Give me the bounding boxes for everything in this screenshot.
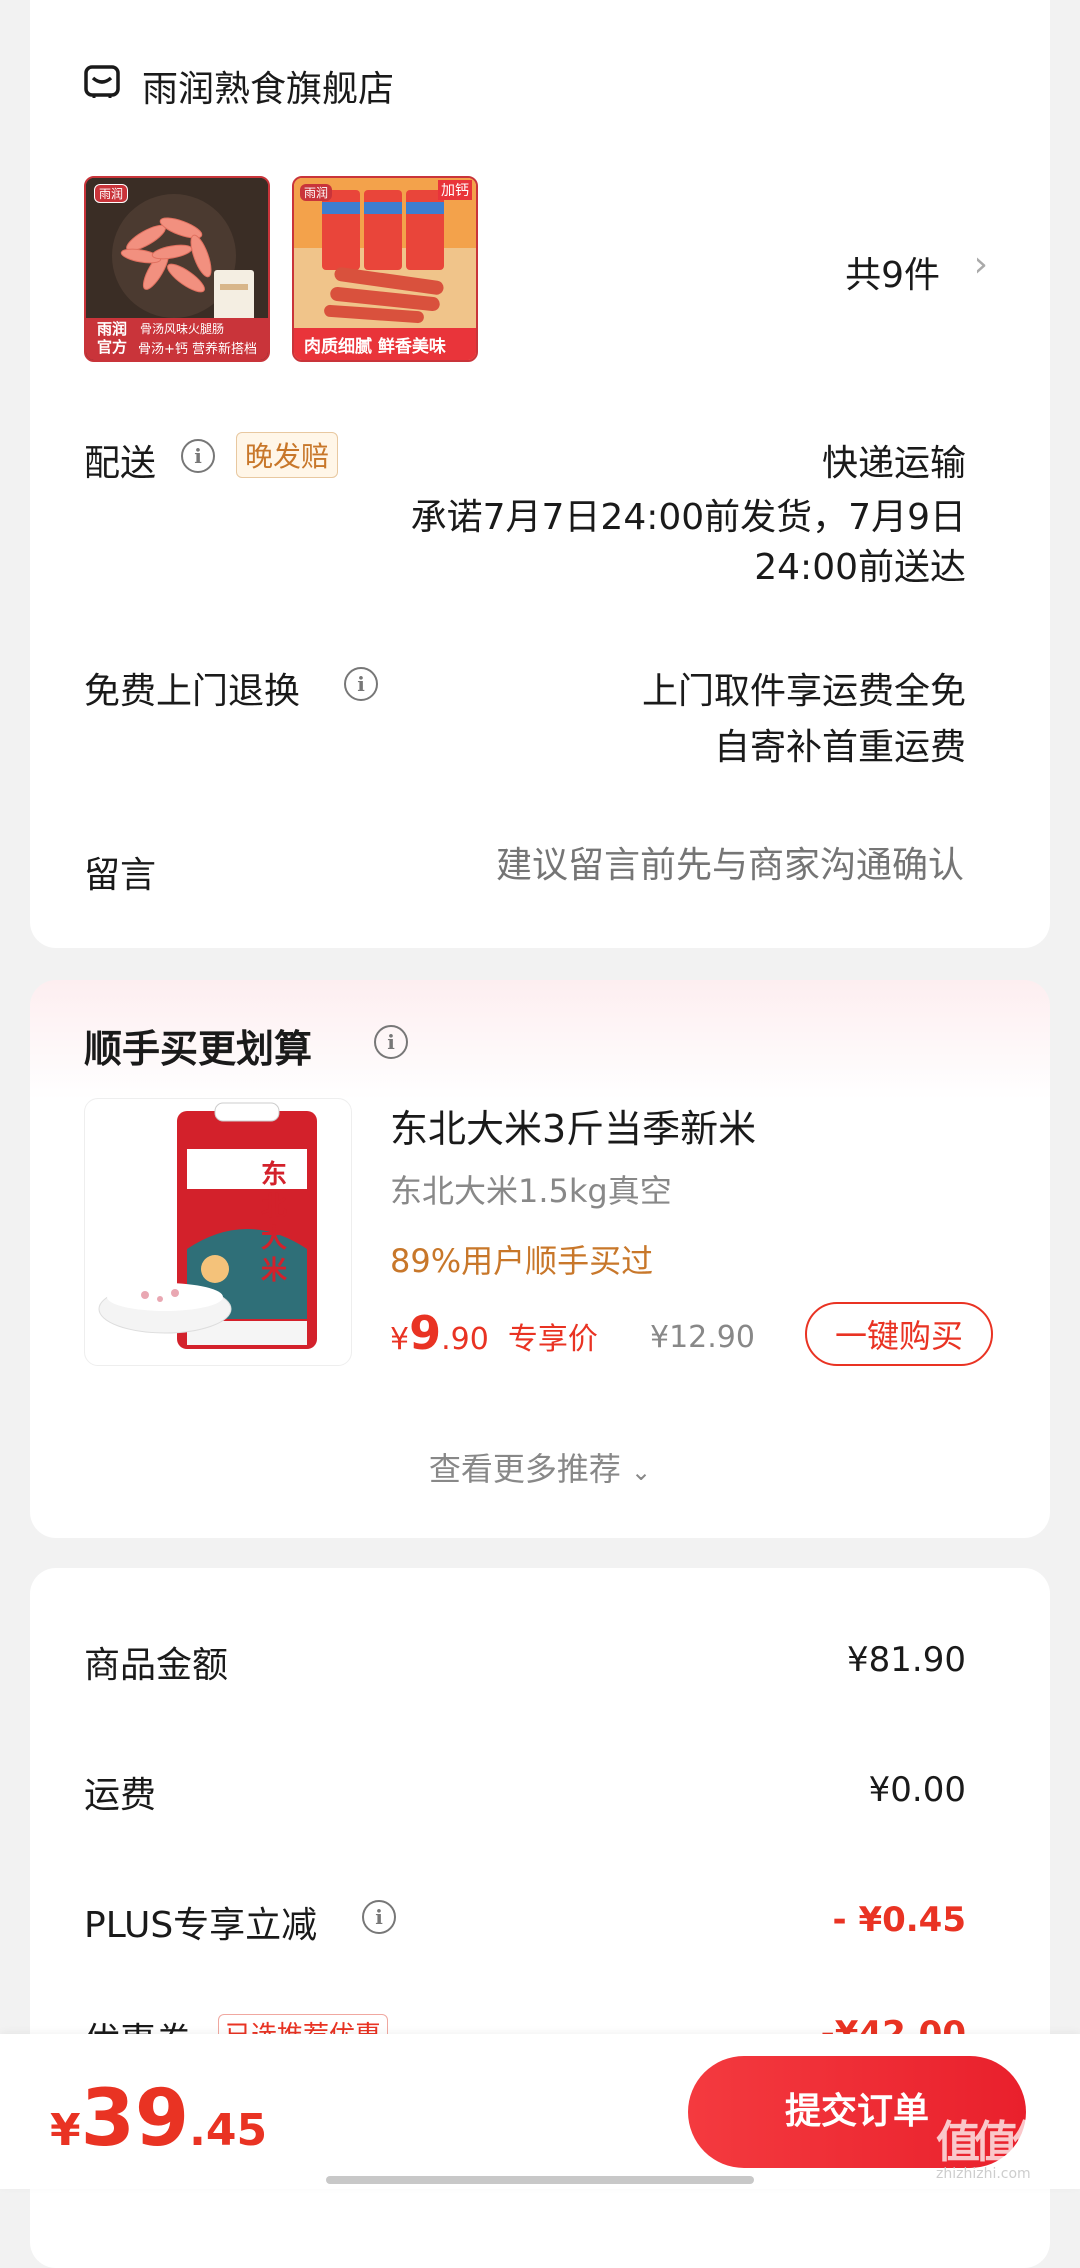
message-input[interactable] (402, 836, 966, 894)
rice-bag-text: 东北大米 (261, 1160, 288, 1286)
thumb-badge: 加钙 (438, 180, 472, 200)
addon-product-stat: 89%用户顺手买过 (390, 1242, 654, 1280)
returns-line-2: 自寄补首重运费 (713, 727, 966, 768)
product-thumb-2[interactable]: 加钙 雨润 肉质细腻 鲜香美味 (292, 176, 478, 362)
price-tag: 专享价 (507, 1322, 598, 1357)
info-icon[interactable]: i (344, 667, 378, 701)
watermark-logo: 值值值 zhizhizhi.com (936, 2106, 1076, 2182)
store-card: 雨润熟食旗舰店 雨润 官方 骨汤风味火腿肠 骨汤+钙 营养新搭档 雨润 加钙 雨… (30, 0, 1050, 948)
thumb-caption: 骨汤+钙 营养新搭档 (138, 342, 258, 357)
rice-product-image[interactable]: 东北大米 (84, 1098, 352, 1366)
chevron-right-icon[interactable]: › (974, 244, 988, 285)
delivery-method: 快递运输 (821, 443, 966, 484)
shipping-fee-label: 运费 (84, 1775, 157, 1816)
delivery-label: 配送 (84, 443, 157, 484)
info-icon[interactable]: i (374, 1025, 408, 1059)
thumb-caption-top: 骨汤风味火腿肠 (140, 322, 225, 336)
thumb-tag: 雨润 官方 (96, 320, 127, 356)
item-count[interactable]: 共9件 (845, 246, 940, 298)
watermark-url: zhizhizhi.com (936, 2166, 1031, 2182)
goods-amount-value: ¥81.90 (847, 1640, 966, 1680)
addon-title: 顺手买更划算 (84, 1027, 313, 1071)
addon-card: 顺手买更划算 i 东北大米 东北大米3斤当季新米 东北大米1.5kg真空 89%… (30, 980, 1050, 1538)
goods-amount-label: 商品金额 (84, 1645, 229, 1686)
info-icon[interactable]: i (181, 439, 215, 473)
info-icon[interactable]: i (362, 1900, 396, 1934)
returns-line-1: 上门取件享运费全免 (641, 671, 966, 712)
see-more-label: 查看更多推荐 (428, 1450, 621, 1488)
returns-label: 免费上门退换 (84, 671, 301, 712)
addon-product-subtitle: 东北大米1.5kg真空 (390, 1172, 672, 1210)
one-click-buy-button[interactable]: 一键购买 (805, 1302, 993, 1366)
message-label: 留言 (84, 855, 157, 896)
product-thumb-1[interactable]: 雨润 官方 骨汤风味火腿肠 骨汤+钙 营养新搭档 雨润 (84, 176, 270, 362)
see-more-recommendations[interactable]: 查看更多推荐 ⌄ (30, 1444, 1050, 1490)
price-integer: 9 (409, 1306, 442, 1360)
brand-logo: 雨润 (94, 184, 129, 203)
price-decimal: .90 (441, 1322, 489, 1357)
store-icon (84, 65, 120, 98)
delivery-promise-2: 24:00前送达 (754, 547, 966, 588)
chevron-down-icon: ⌄ (631, 1458, 652, 1486)
addon-product-title[interactable]: 东北大米3斤当季新米 (390, 1098, 756, 1153)
thumb-caption: 肉质细腻 鲜香美味 (304, 337, 446, 357)
plus-discount-label: PLUS专享立减 (84, 1905, 318, 1946)
total-price: ¥39.45 (50, 2074, 267, 2164)
plus-discount-value: - ¥0.45 (832, 1900, 967, 1940)
store-name[interactable]: 雨润熟食旗舰店 (142, 60, 394, 112)
delivery-promise-1: 承诺7月7日24:00前发货，7月9日 (410, 497, 966, 538)
total-currency: ¥ (50, 2105, 81, 2156)
original-price: ¥12.90 (650, 1320, 755, 1355)
rice-bag-image (98, 1102, 317, 1349)
home-indicator (326, 2176, 754, 2184)
brand-logo: 雨润 (300, 184, 333, 201)
checkout-bar: ¥39.45 提交订单 值值值 zhizhizhi.com (0, 2034, 1080, 2189)
watermark-glyphs: 值值值 (936, 2117, 1056, 2168)
addon-price: ¥9.90 专享价 (390, 1306, 598, 1360)
late-shipping-badge[interactable]: 晚发赔 (236, 432, 339, 478)
shipping-fee-value: ¥0.00 (868, 1770, 966, 1810)
total-integer: 39 (80, 2074, 190, 2164)
price-currency: ¥ (390, 1322, 410, 1357)
total-decimal: .45 (189, 2105, 268, 2156)
